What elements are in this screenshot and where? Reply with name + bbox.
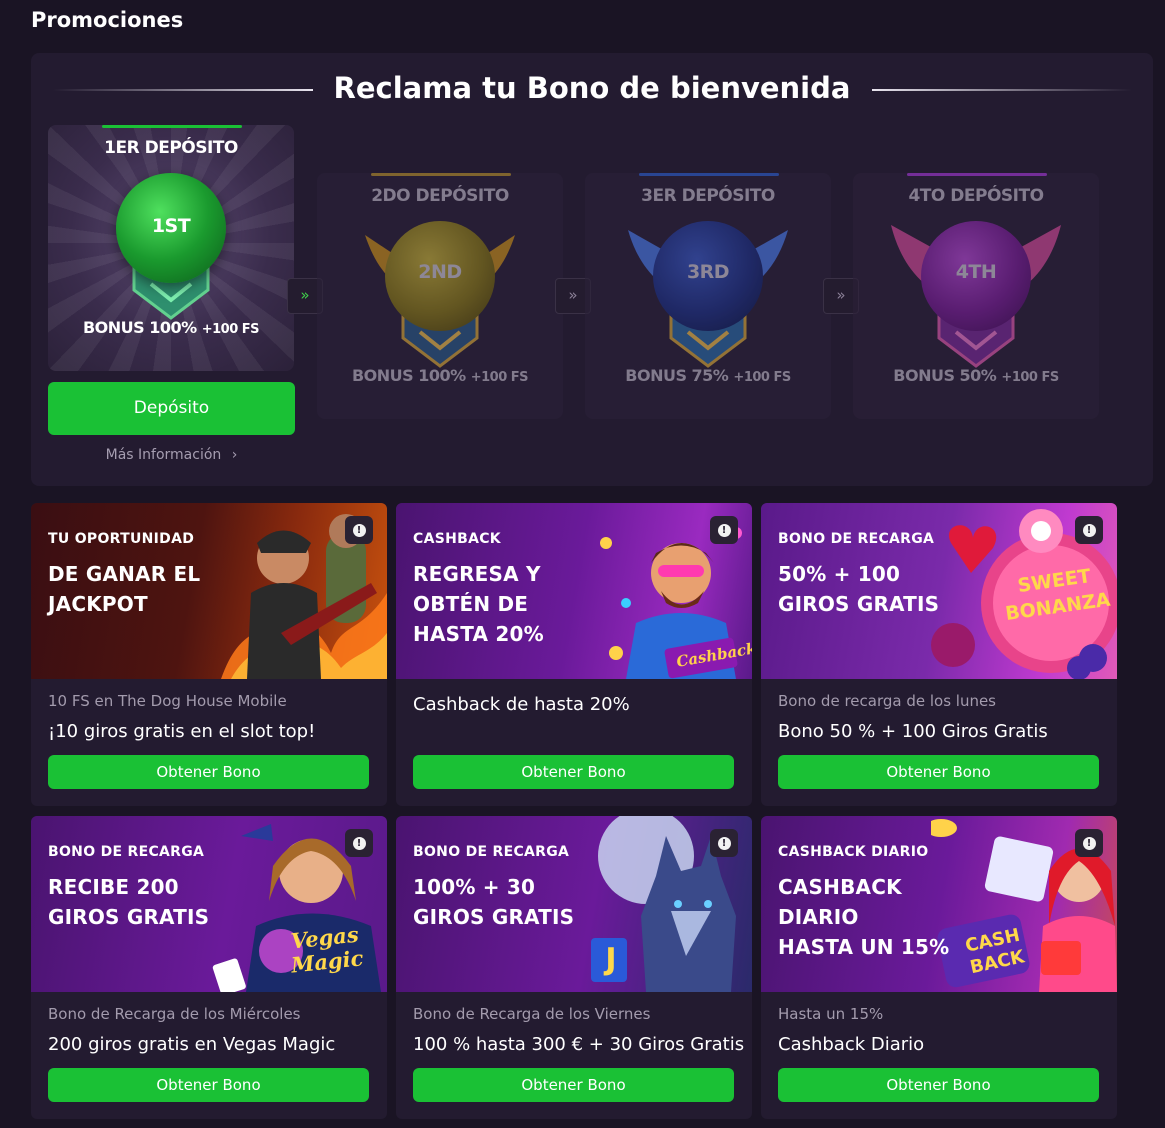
promo-headline: 100% + 30 GIROS GRATIS <box>413 875 575 929</box>
bonus-percent: BONUS 100% <box>82 318 197 337</box>
promo-card-wednesday-reload: Vegas Magic BONO DE RECARGA RECIBE 200 G… <box>31 816 387 1119</box>
promo-kicker: CASHBACK <box>413 531 501 547</box>
promo-kicker: CASHBACK DIARIO <box>778 844 929 860</box>
promo-card-monday-reload: SWEET BONANZA BONO DE RECARGA 50% + 100 … <box>761 503 1117 806</box>
deposit-title: 1ER DEPÓSITO <box>104 138 238 158</box>
deposit-badge: 3RD <box>686 261 730 283</box>
promo-subtitle: Bono de Recarga de los Viernes <box>413 1005 651 1023</box>
info-glyph: ! <box>352 523 366 537</box>
chevron-right-icon: › <box>231 447 238 463</box>
promo-headline: 50% + 100 GIROS GRATIS <box>778 562 940 616</box>
deposit-bonus: BONUS 100% +100 FS <box>48 318 294 337</box>
info-glyph: ! <box>1082 836 1096 850</box>
deposit-progress-bar <box>102 125 242 128</box>
info-glyph: ! <box>352 836 366 850</box>
promo-kicker: BONO DE RECARGA <box>778 531 935 547</box>
promo-subtitle: 10 FS en The Dog House Mobile <box>48 692 287 710</box>
deposit-progress-bar <box>371 173 511 176</box>
deposit-button[interactable]: Depósito <box>48 382 295 435</box>
promo-kicker: TU OPORTUNIDAD <box>48 531 195 547</box>
bonus-free-spins: +100 FS <box>733 370 791 385</box>
promo-banner: J BONO DE RECARGA 100% + 30 GIROS GRATIS… <box>396 816 752 992</box>
get-bonus-button[interactable]: Obtener Bono <box>413 755 734 789</box>
promo-art-label: J <box>605 942 617 977</box>
deposit-bonus: BONUS 100% +100 FS <box>317 366 563 385</box>
bonus-percent: BONUS 100% <box>351 366 466 385</box>
bonus-free-spins: +100 FS <box>201 322 260 337</box>
promo-subtitle: Bono de recarga de los lunes <box>778 692 996 710</box>
promo-description: Bono 50 % + 100 Giros Gratis <box>778 721 1048 742</box>
promo-description: ¡10 giros gratis en el slot top! <box>48 721 316 742</box>
deposit-card-4[interactable]: 4TO DEPÓSITO 4TH BONUS 50% +100 FS <box>853 173 1099 419</box>
bonus-free-spins: +100 FS <box>1001 370 1059 385</box>
promo-card-jackpot: TU OPORTUNIDAD DE GANAR EL JACKPOT ! 10 … <box>31 503 387 806</box>
bonus-free-spins: +100 FS <box>470 370 529 385</box>
info-icon[interactable]: ! <box>1075 829 1103 857</box>
deposit-progress-bar <box>907 173 1047 176</box>
get-bonus-button[interactable]: Obtener Bono <box>48 1068 369 1102</box>
promo-subtitle: Hasta un 15% <box>778 1005 884 1023</box>
promo-banner: SWEET BONANZA BONO DE RECARGA 50% + 100 … <box>761 503 1117 679</box>
promo-banner: CASHBACK REGRESA Y OBTÉN DE HASTA 20% Ca… <box>396 503 752 679</box>
promo-card-cashback: CASHBACK REGRESA Y OBTÉN DE HASTA 20% Ca… <box>396 503 752 806</box>
deposit-card-3[interactable]: 3ER DEPÓSITO 3RD BONUS 75% +100 FS <box>585 173 831 419</box>
promo-headline: CASHBACK DIARIO HASTA UN 15% <box>778 875 950 959</box>
info-icon[interactable]: ! <box>345 516 373 544</box>
promo-card-daily-cashback: CASH BACK CASHBACK DIARIO CASHBACK DIARI… <box>761 816 1117 1119</box>
bonus-percent: BONUS 50% <box>893 366 997 385</box>
promo-card-friday-reload: J BONO DE RECARGA 100% + 30 GIROS GRATIS… <box>396 816 752 1119</box>
get-bonus-button[interactable]: Obtener Bono <box>413 1068 734 1102</box>
welcome-bonus-panel: Reclama tu Bono de bienvenida 1ER DEPÓSI… <box>31 53 1153 486</box>
deposit-badge: 1ST <box>151 215 191 237</box>
page-title: Promociones <box>31 8 184 32</box>
get-bonus-button[interactable]: Obtener Bono <box>48 755 369 789</box>
promo-banner: Vegas Magic BONO DE RECARGA RECIBE 200 G… <box>31 816 387 992</box>
promo-banner: TU OPORTUNIDAD DE GANAR EL JACKPOT ! <box>31 503 387 679</box>
deposit-card-1[interactable]: 1ER DEPÓSITO 1ST BONUS 100% +100 FS <box>48 125 294 371</box>
promo-description: Cashback Diario <box>778 1034 925 1055</box>
info-icon[interactable]: ! <box>710 516 738 544</box>
info-icon[interactable]: ! <box>1075 516 1103 544</box>
promo-description: Cashback de hasta 20% <box>413 694 630 715</box>
deposit-title: 3ER DEPÓSITO <box>641 186 775 206</box>
promo-description: 100 % hasta 300 € + 30 Giros Gratis <box>413 1034 745 1055</box>
promo-description: 200 giros gratis en Vegas Magic <box>48 1034 336 1055</box>
info-icon[interactable]: ! <box>710 829 738 857</box>
get-bonus-button[interactable]: Obtener Bono <box>778 755 1099 789</box>
title-divider-right <box>872 89 1132 91</box>
info-glyph: ! <box>1082 523 1096 537</box>
more-info-label: Más Información <box>105 447 222 463</box>
deposit-bonus: BONUS 50% +100 FS <box>853 366 1099 385</box>
deposit-card-2[interactable]: 2DO DEPÓSITO 2ND BONUS 100% +100 FS <box>317 173 563 419</box>
promo-banner: CASH BACK CASHBACK DIARIO CASHBACK DIARI… <box>761 816 1117 992</box>
info-glyph: ! <box>717 836 731 850</box>
deposit-progress-bar <box>639 173 779 176</box>
promo-kicker: BONO DE RECARGA <box>48 844 205 860</box>
deposit-title: 2DO DEPÓSITO <box>371 186 509 206</box>
promo-headline: DE GANAR EL JACKPOT <box>48 562 201 616</box>
deposit-bonus: BONUS 75% +100 FS <box>585 366 831 385</box>
bonus-percent: BONUS 75% <box>625 366 729 385</box>
deposit-badge: 2ND <box>418 261 462 283</box>
info-icon[interactable]: ! <box>345 829 373 857</box>
promo-kicker: BONO DE RECARGA <box>413 844 570 860</box>
info-glyph: ! <box>717 523 731 537</box>
promo-subtitle: Bono de Recarga de los Miércoles <box>48 1005 301 1023</box>
more-info-link[interactable]: Más Información › <box>48 447 295 463</box>
deposit-badge: 4TH <box>955 261 997 283</box>
deposit-title: 4TO DEPÓSITO <box>908 186 1044 206</box>
promo-headline: REGRESA Y OBTÉN DE HASTA 20% <box>413 562 544 646</box>
get-bonus-button[interactable]: Obtener Bono <box>778 1068 1099 1102</box>
welcome-bonus-title: Reclama tu Bono de bienvenida <box>333 71 851 105</box>
promo-headline: RECIBE 200 GIROS GRATIS <box>48 875 210 929</box>
